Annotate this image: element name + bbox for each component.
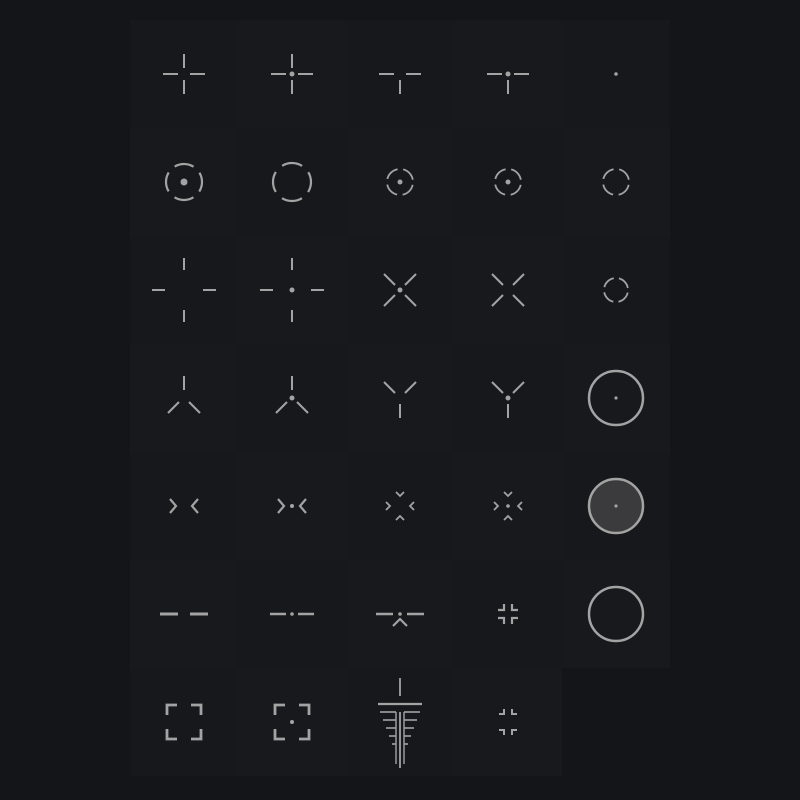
crosshair-four-chevrons-icon (385, 491, 415, 521)
crosshair-brackets-dot-icon (273, 703, 311, 741)
crosshair-option[interactable] (562, 236, 670, 344)
crosshair-option[interactable] (346, 668, 454, 776)
crosshair-option[interactable] (562, 560, 670, 668)
crosshair-option[interactable] (238, 452, 346, 560)
crosshair-option[interactable] (562, 20, 670, 128)
crosshair-tripod-dot-icon (275, 376, 309, 414)
crosshair-t-icon (379, 73, 421, 94)
crosshair-wide-plus-icon (152, 258, 216, 322)
crosshair-option[interactable] (562, 128, 670, 236)
crosshair-option[interactable] (238, 128, 346, 236)
crosshair-option[interactable] (346, 560, 454, 668)
crosshair-y-dot-icon (491, 381, 525, 418)
crosshair-dot-icon (614, 72, 618, 76)
empty-slot (562, 668, 670, 776)
crosshair-option[interactable] (346, 236, 454, 344)
crosshair-chevrons-icon (169, 498, 199, 514)
crosshair-grid (130, 20, 670, 780)
crosshair-option[interactable] (238, 20, 346, 128)
crosshair-ring-icon (587, 585, 645, 643)
crosshair-option[interactable] (346, 20, 454, 128)
crosshair-tiny-circle-icon (603, 277, 629, 303)
crosshair-wide-plus-dot-icon (260, 258, 324, 322)
crosshair-option[interactable] (454, 668, 562, 776)
crosshair-option[interactable] (454, 452, 562, 560)
crosshair-circle-dot-icon (164, 162, 204, 202)
crosshair-option[interactable] (130, 344, 238, 452)
crosshair-option[interactable] (238, 668, 346, 776)
crosshair-t-dot-icon (487, 71, 529, 94)
crosshair-option[interactable] (238, 344, 346, 452)
crosshair-filled-ring-dot-icon (587, 477, 645, 535)
crosshair-option[interactable] (130, 560, 238, 668)
crosshair-rangefinder-icon (378, 678, 422, 768)
crosshair-option[interactable] (130, 20, 238, 128)
crosshair-ring-dot-icon (587, 369, 645, 427)
crosshair-option[interactable] (346, 344, 454, 452)
crosshair-dash-icon (160, 612, 208, 616)
crosshair-dash-chevron-icon (376, 612, 424, 627)
crosshair-option[interactable] (562, 344, 670, 452)
crosshair-option[interactable] (562, 452, 670, 560)
crosshair-option[interactable] (346, 128, 454, 236)
crosshair-circle-icon (271, 161, 313, 203)
crosshair-small-circle-icon (602, 168, 630, 196)
crosshair-brackets-icon (165, 703, 203, 741)
crosshair-option[interactable] (238, 236, 346, 344)
crosshair-small-circle-dot-alt-icon (494, 168, 522, 196)
crosshair-corners-tiny-icon (499, 709, 517, 735)
crosshair-small-circle-dot-icon (386, 168, 414, 196)
crosshair-option[interactable] (454, 128, 562, 236)
crosshair-dash-dot-icon (270, 612, 314, 616)
crosshair-y-icon (383, 381, 417, 418)
crosshair-corners-small-icon (498, 604, 518, 624)
crosshair-option[interactable] (130, 452, 238, 560)
crosshair-plus-dot-icon (271, 54, 313, 94)
crosshair-tripod-icon (167, 376, 201, 414)
crosshair-plus-icon (163, 54, 205, 94)
crosshair-x-icon (491, 273, 525, 307)
crosshair-x-dot-icon (383, 273, 417, 307)
crosshair-option[interactable] (130, 128, 238, 236)
crosshair-option[interactable] (130, 668, 238, 776)
crosshair-option[interactable] (454, 20, 562, 128)
crosshair-four-chevrons-dot-icon (493, 491, 523, 521)
crosshair-option[interactable] (130, 236, 238, 344)
crosshair-option[interactable] (454, 560, 562, 668)
crosshair-option[interactable] (454, 236, 562, 344)
crosshair-option[interactable] (346, 452, 454, 560)
crosshair-option[interactable] (238, 560, 346, 668)
crosshair-chevrons-dot-icon (277, 498, 307, 514)
crosshair-option[interactable] (454, 344, 562, 452)
